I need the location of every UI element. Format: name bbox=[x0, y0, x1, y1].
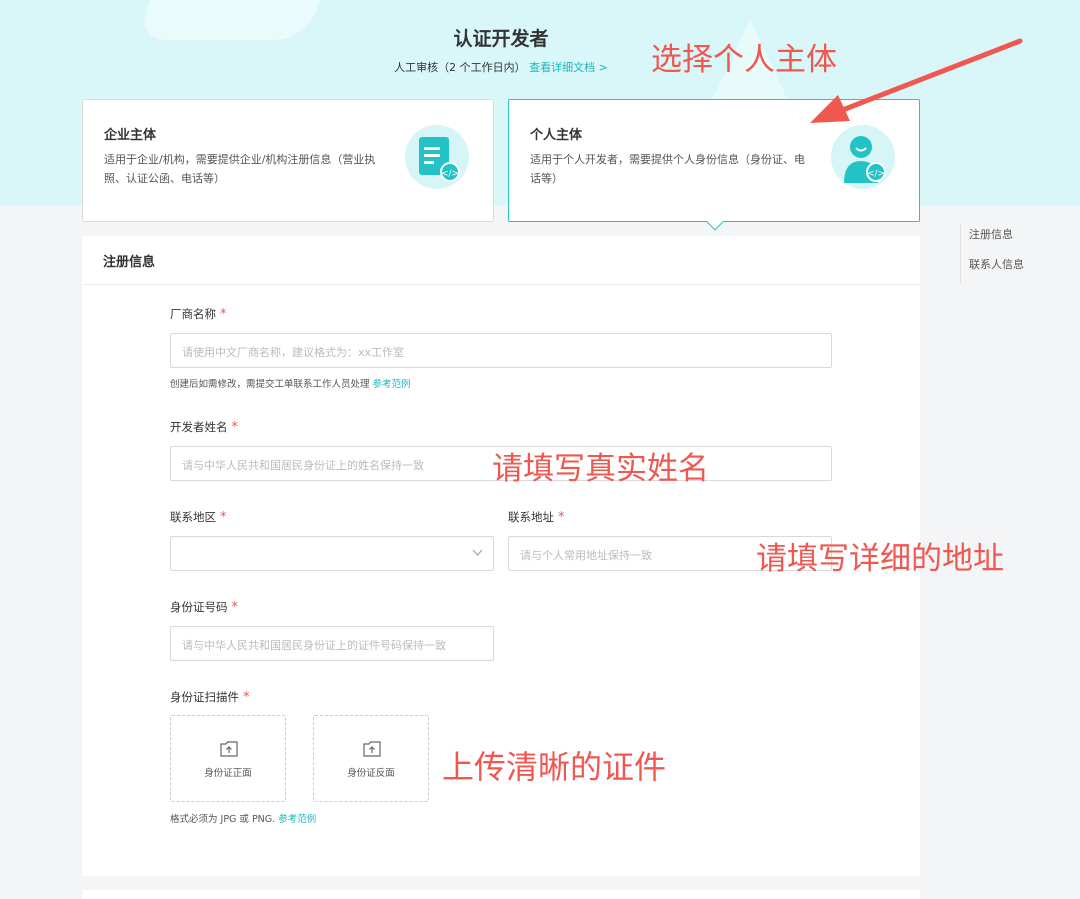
id-front-upload[interactable]: 身份证正面 bbox=[170, 715, 286, 802]
reference-example-link[interactable]: 参考范例 bbox=[278, 814, 316, 825]
id-scan-label: 身份证扫描件 * bbox=[170, 690, 250, 705]
selected-pointer bbox=[706, 213, 724, 231]
id-number-label: 身份证号码 * bbox=[170, 600, 238, 615]
svg-text:</>: </> bbox=[867, 169, 885, 179]
section-title: 注册信息 bbox=[82, 236, 920, 285]
upload-label: 身份证反面 bbox=[347, 768, 395, 779]
vendor-name-input[interactable]: 请使用中文厂商名称，建议格式为：xx工作室 bbox=[170, 333, 832, 368]
vendor-name-hint: 创建后如需修改，需提交工单联系工作人员处理 参考范例 bbox=[170, 379, 411, 390]
person-code-icon: </> bbox=[831, 125, 895, 189]
card-title: 个人主体 bbox=[530, 128, 583, 143]
id-back-upload[interactable]: 身份证反面 bbox=[313, 715, 429, 802]
annotation-detail-address: 请填写详细的地址 bbox=[756, 541, 1004, 577]
annotation-real-name: 请填写真实姓名 bbox=[492, 451, 709, 487]
reference-example-link[interactable]: 参考范例 bbox=[373, 379, 411, 390]
doc-link[interactable]: 查看详细文档 > bbox=[529, 61, 608, 74]
review-note: 人工审核（2 个工作日内） bbox=[394, 61, 526, 74]
side-nav-item-contact[interactable]: 联系人信息 bbox=[969, 254, 1024, 284]
side-nav-item-registration[interactable]: 注册信息 bbox=[969, 224, 1024, 254]
region-select[interactable] bbox=[170, 536, 494, 571]
id-scan-hint: 格式必须为 JPG 或 PNG. 参考范例 bbox=[170, 814, 317, 825]
card-title: 企业主体 bbox=[104, 128, 157, 143]
enterprise-entity-card[interactable]: 企业主体 适用于企业/机构，需要提供企业/机构注册信息（营业执照、认证公函、电话… bbox=[82, 99, 494, 222]
svg-text:</>: </> bbox=[441, 169, 459, 179]
region-label: 联系地区 * bbox=[170, 510, 227, 525]
card-description: 适用于个人开发者，需要提供个人身份信息（身份证、电话等） bbox=[530, 153, 805, 185]
arrow-annotation bbox=[810, 38, 1023, 123]
upload-label: 身份证正面 bbox=[204, 768, 252, 779]
id-number-input[interactable]: 请与中华人民共和国居民身份证上的证件号码保持一致 bbox=[170, 626, 494, 661]
side-nav: 注册信息 联系人信息 bbox=[960, 224, 1024, 284]
document-code-icon: </> bbox=[405, 125, 469, 189]
address-label: 联系地址 * bbox=[508, 510, 565, 525]
annotation-clear-id: 上传清晰的证件 bbox=[442, 748, 667, 786]
next-section-panel bbox=[82, 890, 920, 899]
developer-name-label: 开发者姓名 * bbox=[170, 420, 238, 435]
chevron-down-icon bbox=[472, 549, 483, 556]
vendor-name-label: 厂商名称 * bbox=[170, 307, 227, 322]
card-description: 适用于企业/机构，需要提供企业/机构注册信息（营业执照、认证公函、电话等） bbox=[104, 153, 376, 185]
upload-icon bbox=[220, 741, 238, 757]
upload-icon bbox=[363, 741, 381, 757]
